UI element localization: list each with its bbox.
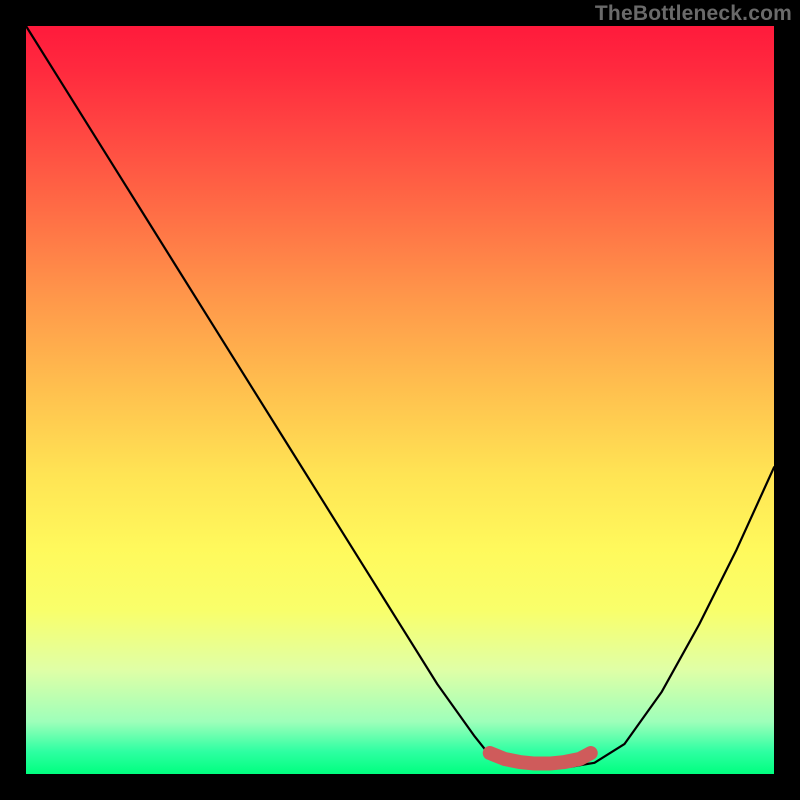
optimal-range-marker: [490, 753, 591, 763]
chart-frame: TheBottleneck.com: [0, 0, 800, 800]
watermark-text: TheBottleneck.com: [595, 2, 792, 26]
chart-overlay: [26, 26, 774, 774]
bottleneck-curve: [26, 26, 774, 767]
